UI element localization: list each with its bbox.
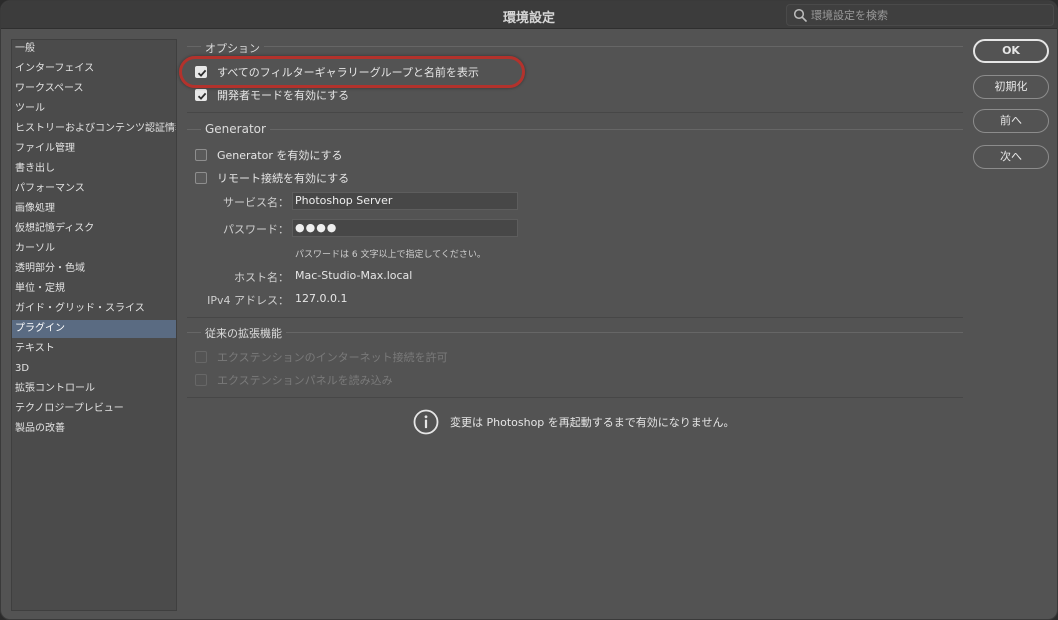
sidebar-item-3d[interactable]: 3D <box>12 360 176 378</box>
prev-button[interactable]: 前へ <box>973 109 1049 133</box>
category-sidebar: 一般 インターフェイス ワークスペース ツール ヒストリーおよびコンテンツ認証情… <box>11 39 177 611</box>
legacy-group-title: 従来の拡張機能 <box>201 325 286 341</box>
host-name-label: ホスト名： <box>234 271 289 284</box>
options-group-line <box>187 46 963 47</box>
sidebar-item-workspace[interactable]: ワークスペース <box>12 80 176 98</box>
restart-notice-text: 変更は Photoshop を再起動するまで有効になりません。 <box>450 416 735 429</box>
enable-generator-option[interactable]: Generator を有効にする <box>195 146 342 164</box>
sidebar-item-product-improvement[interactable]: 製品の改善 <box>12 420 176 438</box>
load-panels-label: エクステンションパネルを読み込み <box>217 374 393 387</box>
sidebar-item-cursors[interactable]: カーソル <box>12 240 176 258</box>
checkmark-icon <box>197 92 207 100</box>
options-group-title: オプション <box>201 40 264 56</box>
sidebar-item-transparency[interactable]: 透明部分・色域 <box>12 260 176 278</box>
allow-internet-option[interactable]: エクステンションのインターネット接続を許可 <box>195 348 448 366</box>
restart-notice: 変更は Photoshop を再起動するまで有効になりません。 <box>413 409 734 435</box>
developer-mode-option[interactable]: 開発者モードを有効にする <box>195 86 349 104</box>
sidebar-item-general[interactable]: 一般 <box>12 40 176 58</box>
service-name-field[interactable]: Photoshop Server <box>292 192 518 210</box>
sidebar-item-scratch-disks[interactable]: 仮想記憶ディスク <box>12 220 176 238</box>
search-input[interactable] <box>811 7 1046 23</box>
sidebar-item-export[interactable]: 書き出し <box>12 160 176 178</box>
password-field[interactable]: ●●●● <box>292 219 518 237</box>
ok-button[interactable]: OK <box>973 39 1049 63</box>
developer-mode-label: 開発者モードを有効にする <box>217 89 350 102</box>
enable-generator-checkbox[interactable] <box>195 149 207 161</box>
options-group-divider <box>187 112 963 113</box>
sidebar-item-tools[interactable]: ツール <box>12 100 176 118</box>
generator-group-divider <box>187 317 963 318</box>
password-label: パスワード： <box>223 223 289 236</box>
host-name-value: Mac-Studio-Max.local <box>295 269 413 282</box>
password-hint: パスワードは 6 文字以上で指定してください。 <box>295 250 486 260</box>
enable-remote-label: リモート接続を有効にする <box>217 172 350 185</box>
legacy-group-line <box>187 332 963 333</box>
sidebar-item-file-handling[interactable]: ファイル管理 <box>12 140 176 158</box>
search-icon <box>793 8 807 22</box>
ipv4-value: 127.0.0.1 <box>295 292 348 305</box>
enable-remote-checkbox[interactable] <box>195 172 207 184</box>
enable-remote-option[interactable]: リモート接続を有効にする <box>195 169 349 187</box>
sidebar-item-plugins[interactable]: プラグイン <box>12 320 176 338</box>
developer-mode-checkbox[interactable] <box>195 89 207 101</box>
sidebar-item-performance[interactable]: パフォーマンス <box>12 180 176 198</box>
search-box[interactable] <box>786 4 1054 26</box>
sidebar-item-type[interactable]: テキスト <box>12 340 176 358</box>
highlight-annotation <box>179 56 525 88</box>
preferences-window: 環境設定 一般 インターフェイス ワークスペース ツール ヒストリーおよびコンテ… <box>0 0 1058 620</box>
service-name-label: サービス名： <box>223 196 289 209</box>
sidebar-item-image-processing[interactable]: 画像処理 <box>12 200 176 218</box>
ipv4-label: IPv4 アドレス： <box>207 294 289 307</box>
next-button[interactable]: 次へ <box>973 145 1049 169</box>
allow-internet-checkbox[interactable] <box>195 351 207 363</box>
sidebar-item-guides-grid[interactable]: ガイド・グリッド・スライス <box>12 300 176 318</box>
load-panels-option[interactable]: エクステンションパネルを読み込み <box>195 371 393 389</box>
legacy-group-divider <box>187 397 963 398</box>
sidebar-item-units-rulers[interactable]: 単位・定規 <box>12 280 176 298</box>
enable-generator-label: Generator を有効にする <box>217 149 343 162</box>
info-icon <box>413 409 439 435</box>
allow-internet-label: エクステンションのインターネット接続を許可 <box>217 351 448 364</box>
generator-group-title: Generator <box>201 122 270 136</box>
sidebar-item-technology-previews[interactable]: テクノロジープレビュー <box>12 400 176 418</box>
sidebar-item-history[interactable]: ヒストリーおよびコンテンツ認証情報 <box>12 120 176 138</box>
generator-group-line <box>187 129 963 130</box>
load-panels-checkbox[interactable] <box>195 374 207 386</box>
title-bar: 環境設定 <box>1 1 1057 29</box>
reset-button[interactable]: 初期化 <box>973 75 1049 99</box>
sidebar-item-interface[interactable]: インターフェイス <box>12 60 176 78</box>
sidebar-item-enhanced-controls[interactable]: 拡張コントロール <box>12 380 176 398</box>
